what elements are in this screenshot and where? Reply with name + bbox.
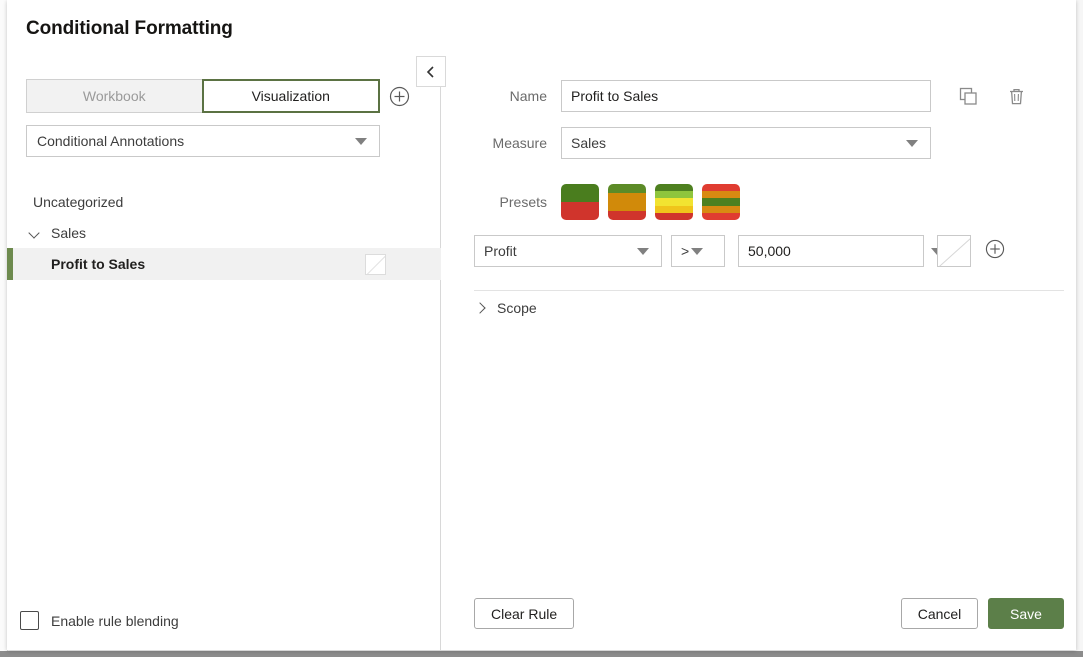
tree-leaf-profit-to-sales[interactable]: Profit to Sales [7, 248, 441, 280]
measure-select[interactable]: Sales [561, 127, 931, 159]
delete-rule-button[interactable] [1003, 83, 1029, 109]
clear-rule-button[interactable]: Clear Rule [474, 598, 574, 629]
preset-swatch-1[interactable] [561, 184, 599, 220]
preset-band [655, 206, 693, 213]
preset-band [702, 206, 740, 213]
collapse-panel-button[interactable] [416, 56, 446, 87]
preset-band [561, 202, 599, 211]
conditional-formatting-dialog: Conditional Formatting Workbook Visualiz… [7, 0, 1076, 650]
presets-row: Presets [441, 184, 749, 220]
preset-band [561, 211, 599, 220]
enable-rule-blending-label: Enable rule blending [51, 613, 179, 629]
duplicate-icon [959, 87, 978, 106]
no-color-swatch[interactable] [365, 254, 386, 275]
preset-band [608, 184, 646, 193]
tree-node-label: Sales [51, 225, 86, 241]
measure-value: Sales [562, 135, 906, 151]
preset-band [561, 193, 599, 202]
preset-band [702, 184, 740, 191]
rule-color-swatch[interactable] [937, 235, 971, 267]
save-button[interactable]: Save [988, 598, 1064, 629]
tab-visualization[interactable]: Visualization [202, 79, 381, 113]
chevron-right-icon [474, 301, 488, 315]
rules-tree: Uncategorized Sales Profit to Sales [7, 186, 441, 280]
rule-operator-value: > [672, 243, 689, 259]
cancel-button[interactable]: Cancel [901, 598, 978, 629]
preset-swatch-2[interactable] [608, 184, 646, 220]
rule-condition-row: Profit > [474, 235, 1005, 267]
caret-down-icon [906, 140, 918, 147]
caret-down-icon [691, 248, 703, 255]
preset-band [702, 213, 740, 220]
caret-down-icon [355, 138, 367, 145]
preset-band [655, 184, 693, 191]
trash-icon [1007, 87, 1026, 106]
scope-section-toggle[interactable]: Scope [474, 300, 537, 316]
preset-swatch-4[interactable] [702, 184, 740, 220]
rule-type-value: Conditional Annotations [27, 133, 355, 149]
preset-band [702, 198, 740, 205]
tree-leaf-label: Profit to Sales [51, 256, 145, 272]
add-condition-button[interactable] [985, 239, 1005, 264]
preset-band [655, 191, 693, 198]
tree-group-title: Uncategorized [7, 186, 441, 218]
rule-type-select[interactable]: Conditional Annotations [26, 125, 380, 157]
left-pane: Workbook Visualization Conditional Annot… [7, 56, 441, 650]
caret-down-icon [637, 248, 649, 255]
preset-band [655, 213, 693, 220]
preset-swatch-3[interactable] [655, 184, 693, 220]
plus-circle-icon [985, 239, 1005, 259]
right-pane: Name Measure Sales [441, 56, 1076, 650]
measure-label: Measure [441, 135, 561, 151]
preset-band [702, 191, 740, 198]
preset-band [608, 211, 646, 220]
chevron-left-icon [425, 65, 437, 79]
name-field-row: Name [441, 80, 1029, 112]
name-input[interactable] [561, 80, 931, 112]
add-rule-button[interactable] [389, 86, 410, 107]
tab-workbook[interactable]: Workbook [26, 79, 203, 113]
enable-rule-blending-checkbox[interactable] [20, 611, 39, 630]
rule-field-value: Profit [475, 243, 637, 259]
scope-label: Scope [497, 300, 537, 316]
preset-band [608, 202, 646, 211]
preset-band [655, 198, 693, 205]
preset-band [608, 193, 646, 202]
rule-field-select[interactable]: Profit [474, 235, 662, 267]
page-title: Conditional Formatting [26, 18, 233, 40]
chevron-down-icon [29, 227, 41, 239]
rule-operator-select[interactable]: > [671, 235, 725, 267]
rule-threshold-field [738, 235, 924, 267]
presets-label: Presets [441, 194, 561, 210]
enable-rule-blending-row: Enable rule blending [20, 611, 179, 630]
plus-circle-icon [389, 86, 410, 107]
background-bottom-bar [0, 651, 1083, 657]
rule-threshold-input[interactable] [739, 235, 931, 267]
tree-node-sales[interactable]: Sales [7, 218, 441, 248]
selection-accent-bar [7, 248, 13, 280]
measure-field-row: Measure Sales [441, 127, 931, 159]
preset-band [561, 184, 599, 193]
scope-tab-group: Workbook Visualization [26, 79, 380, 113]
section-divider [474, 290, 1064, 291]
duplicate-rule-button[interactable] [955, 83, 981, 109]
name-label: Name [441, 88, 561, 104]
